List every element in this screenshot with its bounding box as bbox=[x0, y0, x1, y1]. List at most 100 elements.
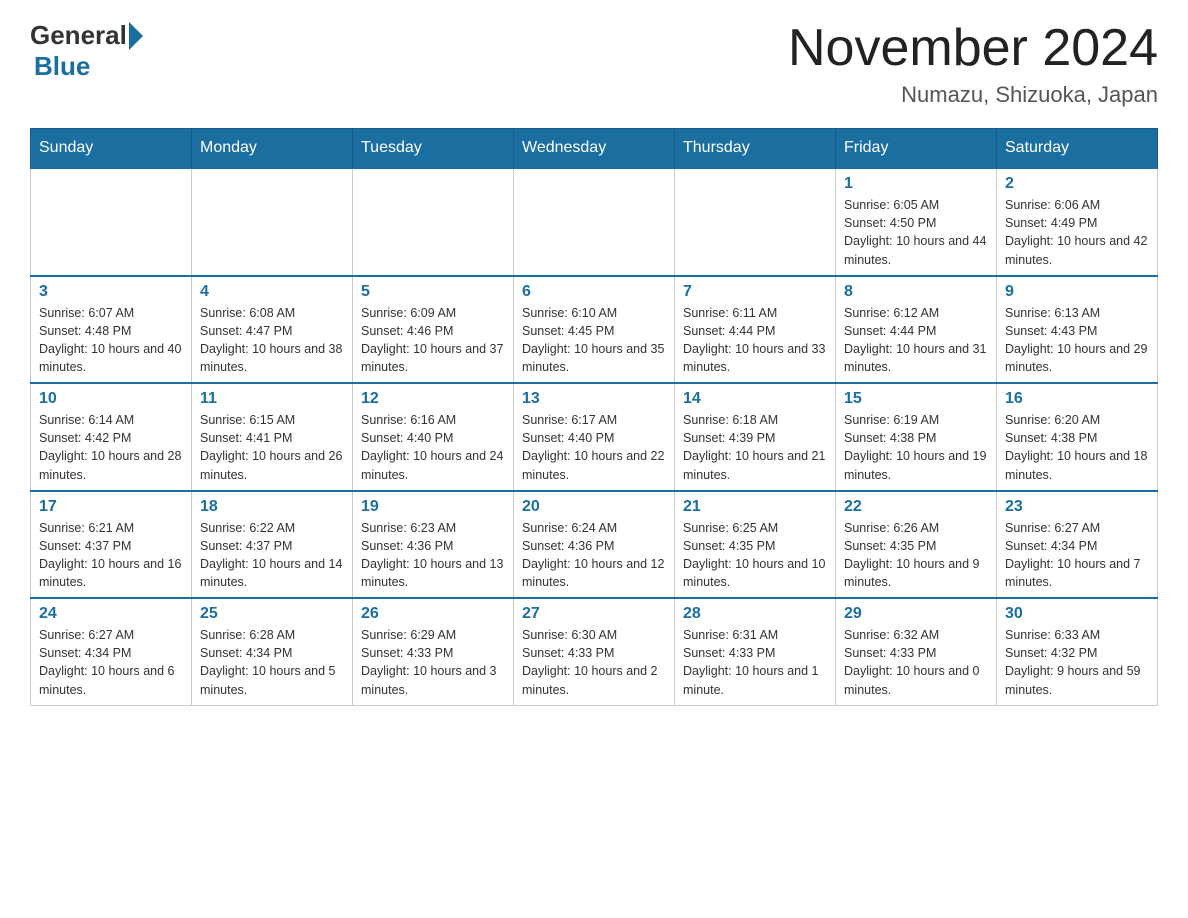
day-info: Sunrise: 6:28 AMSunset: 4:34 PMDaylight:… bbox=[200, 626, 344, 699]
calendar-cell: 27Sunrise: 6:30 AMSunset: 4:33 PMDayligh… bbox=[514, 598, 675, 705]
day-info: Sunrise: 6:19 AMSunset: 4:38 PMDaylight:… bbox=[844, 411, 988, 484]
day-number: 24 bbox=[39, 605, 183, 623]
day-number: 9 bbox=[1005, 283, 1149, 301]
calendar-week-row: 3Sunrise: 6:07 AMSunset: 4:48 PMDaylight… bbox=[31, 276, 1158, 384]
day-info: Sunrise: 6:05 AMSunset: 4:50 PMDaylight:… bbox=[844, 196, 988, 269]
calendar-cell: 25 Sunrise: 6:28 AMSunset: 4:34 PMDayligh… bbox=[192, 598, 353, 705]
day-number: 8 bbox=[844, 283, 988, 301]
day-info: Sunrise: 6:13 AMSunset: 4:43 PMDaylight:… bbox=[1005, 304, 1149, 377]
day-info: Sunrise: 6:09 AMSunset: 4:46 PMDaylight:… bbox=[361, 304, 505, 377]
day-info: Sunrise: 6:08 AMSunset: 4:47 PMDaylight:… bbox=[200, 304, 344, 377]
calendar-cell bbox=[675, 168, 836, 276]
weekday-header-thursday: Thursday bbox=[675, 129, 836, 169]
logo-triangle-icon bbox=[129, 22, 143, 50]
day-info: Sunrise: 6:15 AMSunset: 4:41 PMDaylight:… bbox=[200, 411, 344, 484]
day-info: Sunrise: 6:25 AMSunset: 4:35 PMDaylight:… bbox=[683, 519, 827, 592]
calendar-cell: 21Sunrise: 6:25 AMSunset: 4:35 PMDayligh… bbox=[675, 491, 836, 599]
location-subtitle: Numazu, Shizuoka, Japan bbox=[788, 82, 1158, 108]
calendar-cell: 7 Sunrise: 6:11 AMSunset: 4:44 PMDaylight… bbox=[675, 276, 836, 384]
logo-blue-text: Blue bbox=[34, 51, 90, 81]
calendar-cell: 6 Sunrise: 6:10 AMSunset: 4:45 PMDaylight… bbox=[514, 276, 675, 384]
day-number: 19 bbox=[361, 498, 505, 516]
day-info: Sunrise: 6:27 AMSunset: 4:34 PMDaylight:… bbox=[39, 626, 183, 699]
day-info: Sunrise: 6:06 AMSunset: 4:49 PMDaylight:… bbox=[1005, 196, 1149, 269]
day-number: 18 bbox=[200, 498, 344, 516]
calendar-cell: 19 Sunrise: 6:23 AMSunset: 4:36 PMDayligh… bbox=[353, 491, 514, 599]
calendar-cell: 16 Sunrise: 6:20 AMSunset: 4:38 PMDayligh… bbox=[997, 383, 1158, 491]
day-number: 30 bbox=[1005, 605, 1149, 623]
day-info: Sunrise: 6:10 AMSunset: 4:45 PMDaylight:… bbox=[522, 304, 666, 377]
weekday-header-friday: Friday bbox=[836, 129, 997, 169]
day-info: Sunrise: 6:24 AMSunset: 4:36 PMDaylight:… bbox=[522, 519, 666, 592]
calendar-cell bbox=[514, 168, 675, 276]
day-info: Sunrise: 6:23 AMSunset: 4:36 PMDaylight:… bbox=[361, 519, 505, 592]
day-number: 10 bbox=[39, 390, 183, 408]
calendar-cell: 15 Sunrise: 6:19 AMSunset: 4:38 PMDayligh… bbox=[836, 383, 997, 491]
day-number: 13 bbox=[522, 390, 666, 408]
weekday-header-wednesday: Wednesday bbox=[514, 129, 675, 169]
weekday-header-monday: Monday bbox=[192, 129, 353, 169]
weekday-header-saturday: Saturday bbox=[997, 129, 1158, 169]
day-number: 4 bbox=[200, 283, 344, 301]
title-block: November 2024 Numazu, Shizuoka, Japan bbox=[788, 20, 1158, 108]
day-info: Sunrise: 6:26 AMSunset: 4:35 PMDaylight:… bbox=[844, 519, 988, 592]
calendar-cell: 1Sunrise: 6:05 AMSunset: 4:50 PMDaylight… bbox=[836, 168, 997, 276]
day-info: Sunrise: 6:12 AMSunset: 4:44 PMDaylight:… bbox=[844, 304, 988, 377]
day-number: 16 bbox=[1005, 390, 1149, 408]
calendar-cell bbox=[353, 168, 514, 276]
day-info: Sunrise: 6:21 AMSunset: 4:37 PMDaylight:… bbox=[39, 519, 183, 592]
day-number: 6 bbox=[522, 283, 666, 301]
day-number: 2 bbox=[1005, 175, 1149, 193]
calendar-week-row: 10 Sunrise: 6:14 AMSunset: 4:42 PMDayligh… bbox=[31, 383, 1158, 491]
day-number: 20 bbox=[522, 498, 666, 516]
calendar-cell: 28 Sunrise: 6:31 AMSunset: 4:33 PMDayligh… bbox=[675, 598, 836, 705]
calendar-cell: 4 Sunrise: 6:08 AMSunset: 4:47 PMDaylight… bbox=[192, 276, 353, 384]
day-number: 14 bbox=[683, 390, 827, 408]
day-number: 28 bbox=[683, 605, 827, 623]
logo: General Blue bbox=[30, 20, 145, 82]
day-info: Sunrise: 6:16 AMSunset: 4:40 PMDaylight:… bbox=[361, 411, 505, 484]
calendar-cell: 17 Sunrise: 6:21 AMSunset: 4:37 PMDayligh… bbox=[31, 491, 192, 599]
calendar-header-row: SundayMondayTuesdayWednesdayThursdayFrid… bbox=[31, 129, 1158, 169]
day-number: 27 bbox=[522, 605, 666, 623]
day-info: Sunrise: 6:07 AMSunset: 4:48 PMDaylight:… bbox=[39, 304, 183, 377]
day-info: Sunrise: 6:11 AMSunset: 4:44 PMDaylight:… bbox=[683, 304, 827, 377]
calendar-table: SundayMondayTuesdayWednesdayThursdayFrid… bbox=[30, 128, 1158, 706]
calendar-cell: 20 Sunrise: 6:24 AMSunset: 4:36 PMDayligh… bbox=[514, 491, 675, 599]
day-info: Sunrise: 6:14 AMSunset: 4:42 PMDaylight:… bbox=[39, 411, 183, 484]
day-info: Sunrise: 6:20 AMSunset: 4:38 PMDaylight:… bbox=[1005, 411, 1149, 484]
calendar-cell bbox=[192, 168, 353, 276]
day-number: 15 bbox=[844, 390, 988, 408]
day-number: 22 bbox=[844, 498, 988, 516]
calendar-cell: 5 Sunrise: 6:09 AMSunset: 4:46 PMDaylight… bbox=[353, 276, 514, 384]
day-info: Sunrise: 6:29 AMSunset: 4:33 PMDaylight:… bbox=[361, 626, 505, 699]
page-header: General Blue November 2024 Numazu, Shizu… bbox=[30, 20, 1158, 108]
calendar-cell: 18 Sunrise: 6:22 AMSunset: 4:37 PMDayligh… bbox=[192, 491, 353, 599]
day-info: Sunrise: 6:22 AMSunset: 4:37 PMDaylight:… bbox=[200, 519, 344, 592]
calendar-cell: 3Sunrise: 6:07 AMSunset: 4:48 PMDaylight… bbox=[31, 276, 192, 384]
calendar-cell: 24 Sunrise: 6:27 AMSunset: 4:34 PMDayligh… bbox=[31, 598, 192, 705]
calendar-cell: 13 Sunrise: 6:17 AMSunset: 4:40 PMDayligh… bbox=[514, 383, 675, 491]
day-number: 23 bbox=[1005, 498, 1149, 516]
day-number: 11 bbox=[200, 390, 344, 408]
day-number: 7 bbox=[683, 283, 827, 301]
weekday-header-sunday: Sunday bbox=[31, 129, 192, 169]
logo-general-text: General bbox=[30, 20, 127, 51]
day-info: Sunrise: 6:33 AMSunset: 4:32 PMDaylight:… bbox=[1005, 626, 1149, 699]
day-number: 26 bbox=[361, 605, 505, 623]
day-info: Sunrise: 6:32 AMSunset: 4:33 PMDaylight:… bbox=[844, 626, 988, 699]
calendar-cell: 11 Sunrise: 6:15 AMSunset: 4:41 PMDayligh… bbox=[192, 383, 353, 491]
day-number: 17 bbox=[39, 498, 183, 516]
day-info: Sunrise: 6:18 AMSunset: 4:39 PMDaylight:… bbox=[683, 411, 827, 484]
day-info: Sunrise: 6:31 AMSunset: 4:33 PMDaylight:… bbox=[683, 626, 827, 699]
day-number: 25 bbox=[200, 605, 344, 623]
calendar-cell bbox=[31, 168, 192, 276]
day-info: Sunrise: 6:17 AMSunset: 4:40 PMDaylight:… bbox=[522, 411, 666, 484]
day-info: Sunrise: 6:27 AMSunset: 4:34 PMDaylight:… bbox=[1005, 519, 1149, 592]
calendar-week-row: 17 Sunrise: 6:21 AMSunset: 4:37 PMDayligh… bbox=[31, 491, 1158, 599]
calendar-cell: 12Sunrise: 6:16 AMSunset: 4:40 PMDayligh… bbox=[353, 383, 514, 491]
calendar-cell: 10 Sunrise: 6:14 AMSunset: 4:42 PMDayligh… bbox=[31, 383, 192, 491]
calendar-cell: 22 Sunrise: 6:26 AMSunset: 4:35 PMDayligh… bbox=[836, 491, 997, 599]
calendar-week-row: 1Sunrise: 6:05 AMSunset: 4:50 PMDaylight… bbox=[31, 168, 1158, 276]
day-number: 5 bbox=[361, 283, 505, 301]
